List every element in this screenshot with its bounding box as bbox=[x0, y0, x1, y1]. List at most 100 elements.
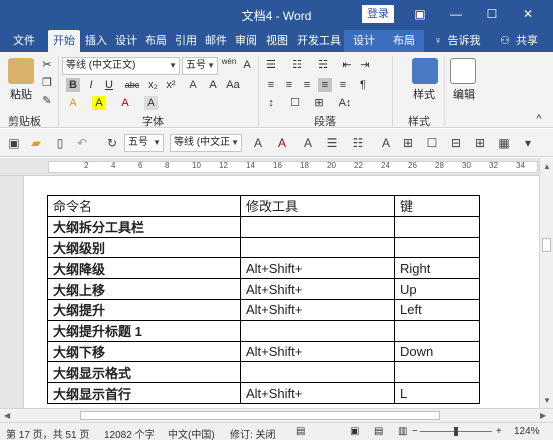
tab-design[interactable]: 设计 bbox=[112, 30, 140, 52]
ribbon-display-options-icon[interactable]: ▣ bbox=[405, 4, 435, 24]
new-document-icon[interactable]: ▯ bbox=[52, 135, 68, 151]
merge-cells-icon[interactable]: ▦ bbox=[496, 135, 512, 151]
shading-button[interactable]: ☐ bbox=[288, 96, 302, 110]
toolbar-font-name-dropdown[interactable]: 等线 (中文正 ▼ bbox=[170, 134, 242, 152]
cell-key[interactable]: Down bbox=[394, 340, 480, 363]
cell-modifier[interactable] bbox=[240, 236, 395, 259]
tab-mailings[interactable]: 邮件 bbox=[202, 30, 230, 52]
bold-button[interactable]: B bbox=[66, 78, 80, 92]
font-size-dropdown[interactable]: 五号 ▼ bbox=[182, 57, 218, 75]
cell-key[interactable] bbox=[394, 215, 480, 238]
highlight-button[interactable]: A bbox=[92, 96, 106, 110]
login-button[interactable]: 登录 bbox=[362, 5, 394, 23]
editing-button-label[interactable]: 编辑 bbox=[446, 86, 482, 102]
numbering-icon[interactable]: ☷ bbox=[350, 135, 366, 151]
bullets-icon[interactable]: ☰ bbox=[324, 135, 340, 151]
document-area[interactable]: 命令名 修改工具 键 大纲拆分工具栏 大纲级别 大纲降级 Alt+Shift+ Righ… bbox=[24, 176, 539, 408]
multilevel-list-icon[interactable]: ☵ bbox=[316, 58, 330, 72]
cell-key[interactable]: Up bbox=[394, 278, 480, 300]
italic-button[interactable]: I bbox=[84, 78, 98, 92]
tab-file[interactable]: 文件 bbox=[8, 30, 40, 52]
cell-command[interactable]: 大纲降级 bbox=[47, 257, 241, 280]
cell-command[interactable]: 大纲下移 bbox=[47, 340, 241, 363]
cell-modifier[interactable]: Alt+Shift+ bbox=[240, 382, 395, 404]
strikethrough-button[interactable]: abc bbox=[122, 78, 142, 92]
shrink-font-icon[interactable]: A bbox=[300, 135, 316, 151]
revision-status[interactable]: 修订: 关闭 bbox=[230, 426, 276, 440]
align-right-button[interactable]: ≡ bbox=[300, 78, 314, 92]
cell-modifier[interactable] bbox=[240, 361, 395, 384]
phonetic-guide-button[interactable]: wén bbox=[220, 57, 238, 71]
tab-references[interactable]: 引用 bbox=[172, 30, 200, 52]
cell-command[interactable]: 大纲上移 bbox=[47, 278, 241, 300]
close-icon[interactable]: ✕ bbox=[513, 4, 543, 24]
align-center-button[interactable]: ≡ bbox=[282, 78, 296, 92]
header-cell-key[interactable]: 键 bbox=[394, 195, 480, 217]
underline-button[interactable]: U bbox=[102, 78, 116, 92]
horizontal-scroll-thumb[interactable] bbox=[80, 411, 440, 420]
font-color-button[interactable]: A bbox=[118, 96, 132, 110]
character-border-icon[interactable]: A bbox=[240, 58, 254, 72]
vertical-scrollbar[interactable]: ▲ ▼ bbox=[539, 158, 553, 408]
collapse-ribbon-icon[interactable]: ^ bbox=[532, 112, 546, 126]
read-mode-icon[interactable]: ▣ bbox=[350, 426, 359, 437]
search-icon[interactable] bbox=[450, 58, 476, 84]
maximize-icon[interactable]: ☐ bbox=[477, 4, 507, 24]
zoom-slider-knob[interactable] bbox=[454, 427, 458, 436]
align-left-button[interactable]: ≡ bbox=[264, 78, 278, 92]
subscript-button[interactable]: x₂ bbox=[146, 78, 160, 92]
print-layout-icon[interactable]: ▤ bbox=[374, 426, 383, 437]
undo-icon[interactable]: ↶ bbox=[74, 135, 90, 151]
zoom-out-icon[interactable]: − bbox=[412, 426, 418, 437]
font-name-dropdown[interactable]: 等线 (中文正文) ▼ bbox=[62, 57, 180, 75]
horizontal-scrollbar[interactable]: ◀ ▶ bbox=[0, 408, 553, 422]
cell-modifier[interactable]: Alt+Shift+ bbox=[240, 278, 395, 300]
tab-review[interactable]: 审阅 bbox=[232, 30, 260, 52]
tab-view[interactable]: 视图 bbox=[262, 30, 292, 52]
cell-key[interactable]: L bbox=[394, 382, 480, 404]
superscript-button[interactable]: x² bbox=[164, 78, 178, 92]
grow-font-icon[interactable]: A bbox=[250, 135, 266, 151]
share-button[interactable]: 共享 bbox=[512, 30, 542, 52]
horizontal-ruler[interactable]: 2 4 6 8 10 12 14 16 18 20 22 24 26 28 30 32 34 bbox=[0, 158, 553, 176]
tab-home[interactable]: 开始 bbox=[48, 30, 80, 52]
tell-me-button[interactable]: 告诉我 bbox=[446, 30, 482, 52]
justify-button[interactable]: ≡ bbox=[318, 78, 332, 92]
page-count[interactable]: 第 17 页，共 51 页 bbox=[6, 426, 89, 440]
tab-insert[interactable]: 插入 bbox=[82, 30, 110, 52]
show-marks-button[interactable]: ¶ bbox=[356, 78, 370, 92]
bullets-icon[interactable]: ☰ bbox=[264, 58, 278, 72]
paste-button-label[interactable]: 粘贴 bbox=[6, 86, 36, 102]
styles-icon[interactable] bbox=[412, 58, 438, 84]
vertical-scroll-thumb[interactable] bbox=[542, 238, 551, 252]
word-count[interactable]: 12082 个字 bbox=[104, 426, 155, 440]
insert-columns-icon[interactable]: ⊞ bbox=[472, 135, 488, 151]
format-painter-icon[interactable]: ✎ bbox=[40, 94, 54, 108]
table-icon[interactable]: ⊞ bbox=[400, 135, 416, 151]
scroll-right-icon[interactable]: ▶ bbox=[540, 411, 546, 420]
tab-layout[interactable]: 布局 bbox=[142, 30, 170, 52]
cell-key[interactable]: Right bbox=[394, 257, 480, 280]
decrease-indent-icon[interactable]: ⇤ bbox=[340, 58, 354, 72]
copy-icon[interactable]: ❐ bbox=[40, 76, 54, 90]
paste-icon[interactable] bbox=[8, 58, 34, 84]
save-icon[interactable]: ▣ bbox=[6, 135, 22, 151]
text-effects-button[interactable]: A bbox=[66, 96, 80, 110]
cell-command[interactable]: 大纲显示首行 bbox=[47, 382, 241, 404]
cell-key[interactable]: Left bbox=[394, 298, 480, 321]
scroll-down-icon[interactable]: ▼ bbox=[543, 396, 551, 405]
tab-developer[interactable]: 开发工具 bbox=[296, 30, 342, 52]
styles-button-label[interactable]: 样式 bbox=[406, 86, 442, 102]
cell-modifier[interactable]: Alt+Shift+ bbox=[240, 298, 395, 321]
tab-table-layout[interactable]: 布局 bbox=[384, 30, 424, 52]
cell-command[interactable]: 大纲级别 bbox=[47, 236, 241, 259]
redo-icon[interactable]: ↻ bbox=[104, 135, 120, 151]
styles-pane-icon[interactable]: A bbox=[378, 135, 394, 151]
cell-modifier[interactable]: Alt+Shift+ bbox=[240, 257, 395, 280]
cell-command[interactable]: 大纲提升 bbox=[47, 298, 241, 321]
vertical-ruler[interactable] bbox=[0, 176, 24, 408]
cell-key[interactable] bbox=[394, 236, 480, 259]
increase-indent-icon[interactable]: ⇥ bbox=[358, 58, 372, 72]
cell-command[interactable]: 大纲显示格式 bbox=[47, 361, 241, 384]
change-case-button[interactable]: Aa bbox=[224, 78, 242, 92]
